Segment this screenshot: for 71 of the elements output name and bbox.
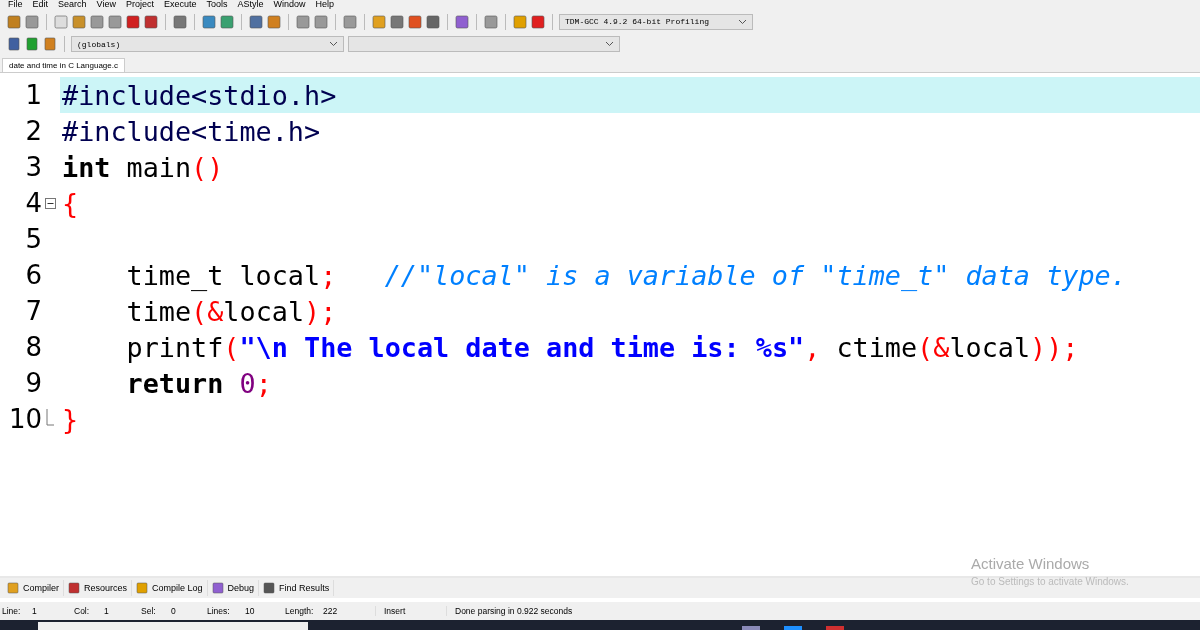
panel-tab[interactable]: Resources xyxy=(64,580,133,596)
line-number: 9 xyxy=(24,368,42,398)
code-token: ctime xyxy=(835,331,918,363)
status-message: Done parsing in 0.922 seconds xyxy=(446,606,573,616)
menu-item[interactable]: Execute xyxy=(158,0,202,9)
status-label: Lines: xyxy=(206,606,231,616)
line-number: 4 xyxy=(24,188,42,218)
code-token: "\n The local date and time is: %s" xyxy=(239,331,805,363)
code-token: )); xyxy=(1030,331,1079,363)
code-token: //"local" is a variable of "time_t" data type. xyxy=(383,259,1127,291)
line-number: 7 xyxy=(24,296,42,326)
code-token: printf xyxy=(125,331,224,363)
panel-tab[interactable]: Compile Log xyxy=(132,580,208,596)
compiler-dropdown[interactable]: TDM-GCC 4.9.2 64-bit Profiling xyxy=(559,13,753,30)
line-number: 3 xyxy=(24,152,42,182)
status-value: 1 xyxy=(32,606,37,616)
status-label: Sel: xyxy=(140,606,157,616)
code-token: 0 xyxy=(238,367,256,399)
scope-dropdown[interactable]: (globals) xyxy=(71,36,344,52)
code-token: #include<stdio.h> xyxy=(62,79,337,111)
menu-item[interactable]: Search xyxy=(53,0,92,9)
panel-tab[interactable]: Debug xyxy=(207,580,260,596)
status-label: Length: xyxy=(284,606,315,616)
panel-tab[interactable]: Compiler xyxy=(3,580,64,596)
fold-icon[interactable] xyxy=(44,197,56,209)
code-token: #include<time.h> xyxy=(62,115,321,147)
code-token: { xyxy=(62,187,79,219)
status-label: Line: xyxy=(1,606,22,616)
code-token: main xyxy=(125,151,192,183)
code-token: time xyxy=(125,295,192,327)
caret-icon xyxy=(605,41,614,47)
code-token: , xyxy=(804,331,821,363)
code-token: return xyxy=(125,367,224,399)
caret-icon xyxy=(329,41,338,47)
menu-item[interactable]: Tools xyxy=(201,0,233,9)
code-token: (& xyxy=(191,295,224,327)
line-number: 10 xyxy=(7,404,42,434)
menu-item[interactable]: Project xyxy=(120,0,159,9)
code-token: local xyxy=(223,295,305,327)
line-number: 2 xyxy=(24,116,42,146)
code-token: ; xyxy=(255,367,272,399)
code-token: int xyxy=(62,151,111,183)
code-token: (& xyxy=(917,331,950,363)
code-token: () xyxy=(191,151,224,183)
line-number: 1 xyxy=(24,80,42,110)
file-tab[interactable]: date and time in C Language.c xyxy=(2,58,125,72)
status-value: 10 xyxy=(245,606,255,616)
code-editor[interactable] xyxy=(0,72,1200,576)
menu-item[interactable]: Window xyxy=(268,0,311,9)
status-value: 0 xyxy=(171,606,176,616)
menu-item[interactable]: Edit xyxy=(27,0,54,9)
line-number: 5 xyxy=(24,224,42,254)
activation-title: Activate Windows xyxy=(971,555,1091,572)
code-token: ; xyxy=(320,259,337,291)
status-value: 222 xyxy=(323,606,338,616)
code-token: ); xyxy=(304,295,337,327)
menu-item[interactable]: Help xyxy=(310,0,340,9)
menu-item[interactable]: View xyxy=(91,0,121,9)
code-token: ( xyxy=(223,331,240,363)
caret-icon xyxy=(738,18,747,25)
panel-tab[interactable]: Find Results xyxy=(259,580,335,596)
code-token: time_t local xyxy=(125,259,321,291)
status-label: Col: xyxy=(73,606,91,616)
menu-item[interactable]: AStyle xyxy=(232,0,269,9)
line-number: 6 xyxy=(24,260,42,290)
line-number: 8 xyxy=(24,332,42,362)
code-token: local xyxy=(949,331,1031,363)
status-value: 1 xyxy=(104,606,109,616)
status-mode: Insert xyxy=(375,606,446,616)
code-token: } xyxy=(62,403,79,435)
menu-item[interactable]: File xyxy=(3,0,28,9)
